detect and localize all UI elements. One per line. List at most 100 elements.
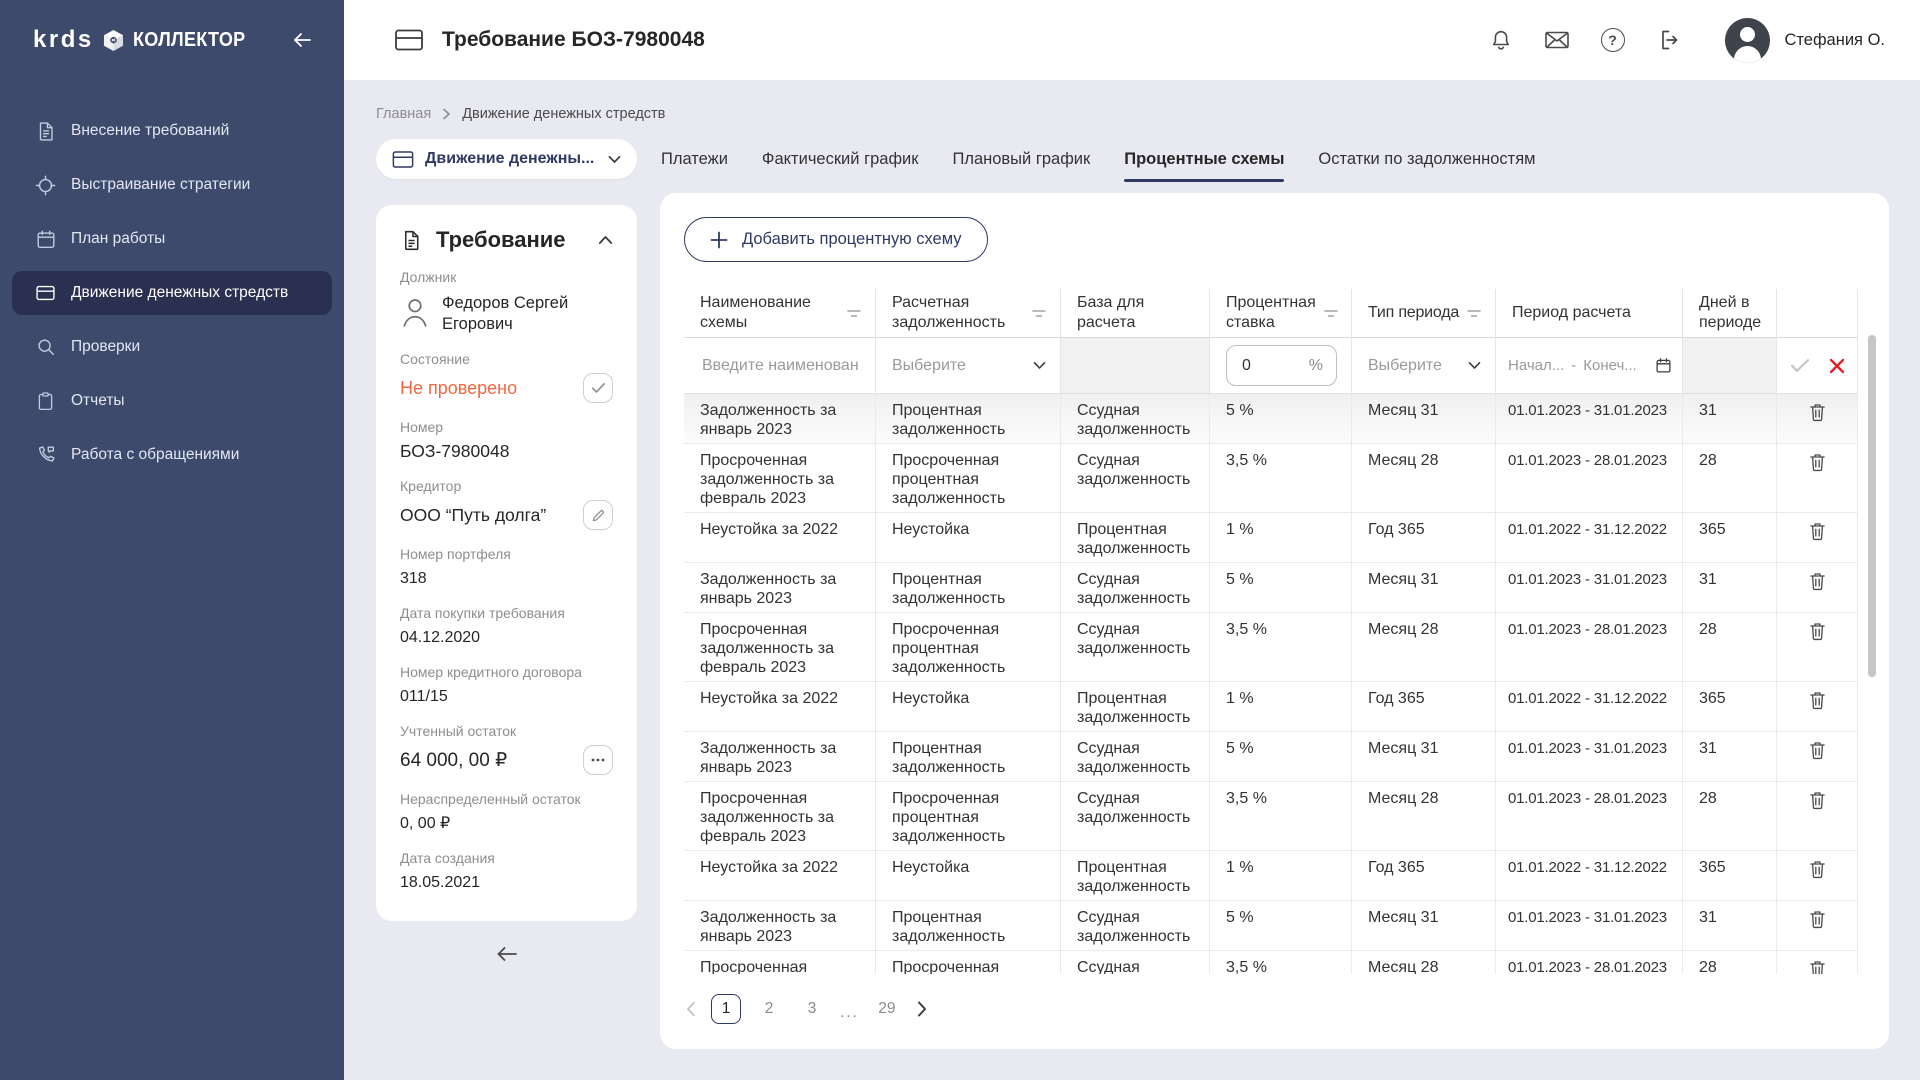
filter-cell-rate: %: [1210, 338, 1352, 394]
rate-filter-input[interactable]: [1240, 355, 1280, 376]
sidebar-item-proverki[interactable]: Проверки: [12, 325, 332, 369]
verify-button[interactable]: [583, 373, 613, 403]
filter-icon[interactable]: [1032, 308, 1046, 319]
cell-interest-rate: 1 %: [1210, 513, 1352, 563]
tab-protsentnye-skhemy[interactable]: Процентные схемы: [1124, 139, 1285, 182]
cell-actions: [1777, 444, 1858, 513]
panel-back-arrow-button[interactable]: [495, 944, 519, 964]
delete-row-trash-icon[interactable]: [1809, 690, 1826, 710]
period-type-filter-select[interactable]: Выберите: [1368, 357, 1481, 375]
delete-row-trash-icon[interactable]: [1809, 452, 1826, 472]
context-switcher[interactable]: Движение денежны...: [376, 139, 637, 179]
clipboard-icon: [33, 390, 58, 413]
chevron-right-icon: [442, 108, 451, 120]
tab-planovyy-grafik[interactable]: Плановый график: [952, 139, 1090, 179]
sidebar-item-vnesenie-trebovaniy[interactable]: Внесение требований: [12, 109, 332, 153]
sidebar: krds КОЛЛЕКТОР Внесение требований Выстр…: [0, 0, 344, 1080]
sidebar-item-label: Движение денежных стредств: [71, 284, 289, 301]
card-icon: [33, 282, 58, 304]
field-label: Номер: [400, 419, 444, 435]
mail-icon[interactable]: [1544, 29, 1570, 51]
column-label: Дней в периоде: [1699, 294, 1762, 331]
period-separator: -: [1571, 357, 1577, 374]
pagination-next-button[interactable]: [915, 1001, 929, 1017]
cell-actions: [1777, 851, 1858, 901]
pagination-page-1[interactable]: 1: [711, 994, 741, 1024]
table-row[interactable]: Неустойка за 2022 Неустойка Процентная з…: [684, 682, 1858, 732]
pagination-page-3[interactable]: 3: [797, 994, 827, 1024]
pagination-page-2[interactable]: 2: [754, 994, 784, 1024]
sidebar-item-otchety[interactable]: Отчеты: [12, 379, 332, 423]
filter-icon[interactable]: [1467, 308, 1481, 319]
table-row[interactable]: Просроченная задолженность за февраль 20…: [684, 782, 1858, 851]
sidebar-collapse-button[interactable]: [290, 28, 314, 52]
interest-schemes-table: Наименование схемы Расчетная задолженнос…: [684, 289, 1858, 974]
pagination-page-29[interactable]: 29: [872, 994, 902, 1024]
table-row[interactable]: Задолженность за январь 2023 Процентная …: [684, 563, 1858, 613]
delete-row-trash-icon[interactable]: [1809, 740, 1826, 760]
topbar: Требование БОЗ-7980048 ? Стефания О.: [344, 0, 1920, 80]
table-row[interactable]: Задолженность за январь 2023 Процентная …: [684, 394, 1858, 444]
calendar-icon[interactable]: [1655, 357, 1672, 374]
breadcrumb-home[interactable]: Главная: [376, 106, 431, 122]
delete-row-trash-icon[interactable]: [1809, 402, 1826, 422]
table-row[interactable]: Просроченная задолженность за февраль 20…: [684, 613, 1858, 682]
cell-scheme-name: Задолженность за январь 2023: [684, 563, 876, 613]
field-label: Нераспределенный остаток: [400, 791, 581, 807]
logout-icon[interactable]: [1656, 28, 1680, 52]
cell-calculation-base: Ссудная задолженность: [1061, 394, 1210, 444]
add-interest-scheme-button[interactable]: Добавить процентную схему: [684, 217, 988, 262]
filter-icon[interactable]: [847, 308, 861, 319]
table-row[interactable]: Просроченная задолженность за февраль 20…: [684, 444, 1858, 513]
table-row[interactable]: Задолженность за январь 2023 Процентная …: [684, 732, 1858, 782]
app-logo: krds КОЛЛЕКТОР: [33, 26, 260, 54]
sidebar-item-plan-raboty[interactable]: План работы: [12, 217, 332, 261]
name-filter-input[interactable]: [700, 355, 861, 376]
filter-cell-actions: [1777, 338, 1858, 394]
bell-icon[interactable]: [1489, 28, 1513, 53]
chevron-up-icon[interactable]: [598, 235, 613, 245]
delete-row-trash-icon[interactable]: [1809, 909, 1826, 929]
sidebar-item-rabota-s-obrashcheniyami[interactable]: Работа с обращениями: [12, 433, 332, 477]
cell-calculated-debt: Процентная задолженность: [876, 901, 1061, 951]
tab-platezhi[interactable]: Платежи: [661, 139, 728, 179]
filter-cell-period-type: Выберите: [1352, 338, 1496, 394]
help-icon[interactable]: ?: [1600, 28, 1625, 52]
delete-row-trash-icon[interactable]: [1809, 521, 1826, 541]
sidebar-item-vystraivanie-strategii[interactable]: Выстраивание стратегии: [12, 163, 332, 207]
help-glyph: ?: [1600, 28, 1625, 52]
column-header-period-type: Тип периода: [1352, 289, 1496, 338]
period-range-filter[interactable]: Начал... - Конеч...: [1508, 357, 1672, 374]
table-row[interactable]: Задолженность за январь 2023 Процентная …: [684, 901, 1858, 951]
cell-calculated-debt: Просроченная процентная задолженность: [876, 613, 1061, 682]
tab-ostatki-po-zadolzhennostyam[interactable]: Остатки по задолженностям: [1318, 139, 1535, 179]
cell-calculation-period: 01.01.2023 - 28.01.2023: [1496, 782, 1683, 851]
cell-actions: [1777, 682, 1858, 732]
delete-row-trash-icon[interactable]: [1809, 790, 1826, 810]
apply-filter-check-icon[interactable]: [1790, 358, 1810, 373]
debt-filter-select[interactable]: Выберите: [892, 357, 1046, 375]
left-column: Требование Должник Федоров Сергей Егоров…: [376, 205, 637, 964]
field-creditor: Кредитор ООО “Путь долга”: [400, 477, 613, 530]
table-row[interactable]: Неустойка за 2022 Неустойка Процентная з…: [684, 513, 1858, 563]
cell-actions: [1777, 901, 1858, 951]
balance-more-button[interactable]: [583, 745, 613, 775]
delete-row-trash-icon[interactable]: [1809, 621, 1826, 641]
pagination-prev-button[interactable]: [684, 1001, 698, 1017]
delete-row-trash-icon[interactable]: [1809, 959, 1826, 974]
breadcrumb: Главная Движение денежных стредств: [376, 106, 1889, 122]
delete-row-trash-icon[interactable]: [1809, 571, 1826, 591]
filter-cell-days-disabled: [1683, 338, 1777, 394]
edit-creditor-button[interactable]: [583, 500, 613, 530]
avatar-person-body: [1733, 45, 1761, 63]
tab-fakticheskiy-grafik[interactable]: Фактический график: [762, 139, 919, 179]
table-row[interactable]: Неустойка за 2022 Неустойка Процентная з…: [684, 851, 1858, 901]
cell-calculation-period: 01.01.2022 - 31.12.2022: [1496, 851, 1683, 901]
delete-row-trash-icon[interactable]: [1809, 859, 1826, 879]
clear-filter-close-icon[interactable]: [1829, 358, 1845, 374]
table-scrollbar[interactable]: [1868, 335, 1876, 677]
user-menu[interactable]: Стефания О.: [1724, 17, 1885, 63]
table-row[interactable]: Просроченная задолженность за февраль 20…: [684, 951, 1858, 974]
sidebar-item-dvizhenie-sredstv[interactable]: Движение денежных стредств: [12, 271, 332, 315]
filter-icon[interactable]: [1324, 308, 1338, 319]
